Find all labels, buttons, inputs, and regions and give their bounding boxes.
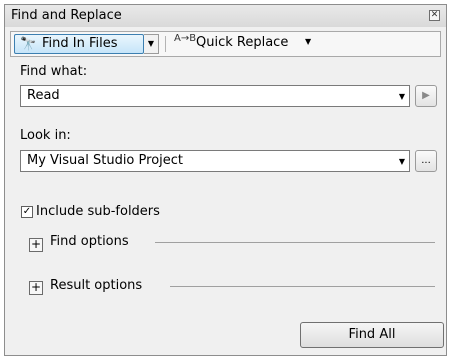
look-in-combo[interactable]: My Visual Studio Project ▼ — [20, 150, 410, 172]
result-options-label[interactable]: Result options — [50, 278, 142, 293]
chevron-down-icon[interactable]: ▼ — [399, 92, 405, 101]
find-what-input[interactable]: Read — [27, 88, 60, 103]
include-subfolders-label[interactable]: Include sub-folders — [36, 204, 160, 219]
result-options-divider — [170, 286, 435, 287]
find-replace-window: Find and Replace ✕ 🔭 Find In Files ▼ A→B… — [4, 4, 447, 356]
toolbar: 🔭 Find In Files ▼ A→B Quick Replace ▼ — [10, 31, 441, 57]
close-icon[interactable]: ✕ — [429, 10, 440, 21]
binoculars-icon: 🔭 — [20, 37, 37, 52]
find-in-files-label: Find In Files — [42, 36, 118, 51]
window-title: Find and Replace — [11, 8, 122, 23]
find-in-files-dropdown[interactable]: ▼ — [144, 34, 159, 54]
chevron-down-icon[interactable]: ▼ — [399, 157, 405, 166]
toolbar-separator — [165, 36, 166, 52]
replace-icon: A→B — [174, 33, 197, 44]
browse-button[interactable]: ... — [415, 150, 437, 172]
find-what-combo[interactable]: Read ▼ — [20, 85, 410, 107]
find-options-label[interactable]: Find options — [50, 234, 129, 249]
find-in-files-button[interactable]: 🔭 Find In Files — [14, 34, 144, 54]
look-in-input[interactable]: My Visual Studio Project — [27, 153, 183, 168]
include-subfolders-checkbox[interactable]: ✓ — [21, 206, 33, 218]
find-options-expander[interactable]: + — [29, 238, 43, 252]
look-in-label: Look in: — [20, 128, 71, 143]
find-all-button[interactable]: Find All — [300, 322, 444, 348]
chevron-down-icon[interactable]: ▼ — [305, 37, 311, 46]
result-options-expander[interactable]: + — [29, 281, 43, 295]
expression-builder-button[interactable]: ▶ — [415, 85, 437, 107]
quick-replace-label: Quick Replace — [196, 35, 289, 50]
title-bar[interactable]: Find and Replace ✕ — [5, 5, 446, 27]
find-what-label: Find what: — [20, 64, 88, 79]
find-options-divider — [155, 242, 435, 243]
